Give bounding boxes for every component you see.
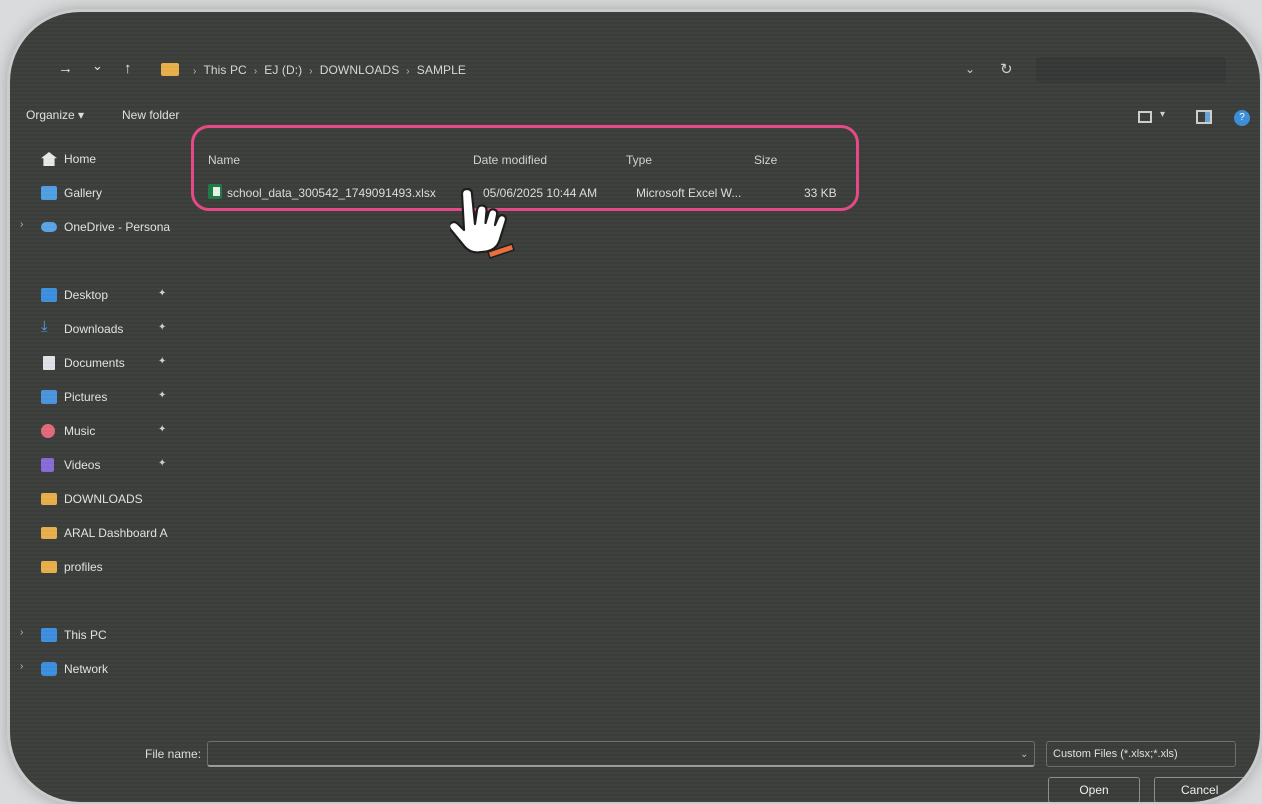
- chevron-right-icon: ›: [309, 66, 313, 77]
- view-dropdown-icon[interactable]: ▾: [1160, 109, 1165, 120]
- sidebar-item-onedrive[interactable]: › OneDrive - Persona: [10, 216, 188, 238]
- folder-icon: [41, 493, 57, 505]
- preview-pane-icon[interactable]: [1196, 110, 1212, 124]
- sidebar-item-gallery[interactable]: Gallery: [10, 182, 188, 204]
- music-icon: [41, 424, 55, 438]
- sidebar-item-label: profiles: [64, 560, 103, 574]
- file-type-select[interactable]: Custom Files (*.xlsx;*.xls): [1046, 741, 1236, 767]
- sidebar-item-label: Pictures: [64, 390, 108, 404]
- chevron-right-icon[interactable]: ›: [20, 627, 23, 638]
- navigation-pane: Home Gallery › OneDrive - Persona Deskto…: [10, 144, 188, 704]
- home-icon: [41, 152, 57, 166]
- open-button[interactable]: Open: [1048, 777, 1140, 802]
- chevron-right-icon: ›: [406, 66, 410, 77]
- sidebar-item-downloads-folder[interactable]: DOWNLOADS: [10, 488, 188, 510]
- sidebar-item-label: Home: [64, 152, 97, 166]
- pin-icon: ✦: [158, 390, 167, 401]
- sidebar-item-aral-dashboard[interactable]: ARAL Dashboard A: [10, 522, 188, 544]
- file-name-dropdown-icon[interactable]: ⌄: [1020, 749, 1028, 760]
- sidebar-item-label: Downloads: [64, 322, 124, 336]
- sidebar-item-profiles[interactable]: profiles: [10, 556, 188, 578]
- network-icon: [41, 662, 57, 676]
- file-name-input[interactable]: [207, 741, 1035, 767]
- refresh-icon[interactable]: ↻: [1000, 60, 1013, 78]
- view-options-icon[interactable]: [1138, 111, 1152, 123]
- pin-icon: ✦: [158, 356, 167, 367]
- new-folder-button[interactable]: New folder: [122, 108, 179, 122]
- sidebar-item-music[interactable]: Music ✦: [10, 420, 188, 442]
- forward-arrow-icon[interactable]: →: [58, 60, 73, 77]
- organize-button[interactable]: Organize ▾: [26, 108, 84, 122]
- sidebar-item-desktop[interactable]: Desktop ✦: [10, 284, 188, 306]
- sidebar-item-label: Music: [64, 424, 96, 438]
- sidebar-item-this-pc[interactable]: › This PC: [10, 624, 188, 646]
- breadcrumb-this-pc[interactable]: This PC: [203, 63, 246, 77]
- sidebar-item-network[interactable]: › Network: [10, 658, 188, 680]
- sidebar-item-label: Videos: [64, 458, 101, 472]
- chevron-right-icon[interactable]: ›: [20, 661, 23, 672]
- pin-icon: ✦: [158, 322, 167, 333]
- cloud-icon: [41, 222, 57, 232]
- sidebar-item-documents[interactable]: Documents ✦: [10, 352, 188, 374]
- sidebar-item-home[interactable]: Home: [10, 148, 188, 170]
- pc-icon: [41, 628, 57, 642]
- download-icon: ⤓: [41, 318, 48, 335]
- pictures-icon: [41, 390, 57, 404]
- address-dropdown-icon[interactable]: ⌄: [965, 62, 975, 76]
- sidebar-item-label: Network: [64, 662, 109, 676]
- pin-icon: ✦: [158, 424, 167, 435]
- sidebar-item-label: Gallery: [64, 186, 103, 200]
- dialog-footer: File name: ⌄ Custom Files (*.xlsx;*.xls)…: [10, 732, 1260, 802]
- chevron-right-icon: ›: [193, 66, 197, 77]
- recent-locations-chevron-icon[interactable]: ⌄: [92, 58, 103, 74]
- sidebar-item-pictures[interactable]: Pictures ✦: [10, 386, 188, 408]
- folder-icon: [41, 561, 57, 573]
- sidebar-item-label: OneDrive - Persona: [64, 220, 171, 234]
- chevron-right-icon[interactable]: ›: [20, 219, 23, 230]
- pin-icon: ✦: [158, 288, 167, 299]
- pointing-hand-icon: [450, 188, 515, 259]
- desktop-icon: [41, 288, 57, 302]
- file-type-value: Custom Files (*.xlsx;*.xls): [1053, 748, 1178, 760]
- breadcrumb-drive[interactable]: EJ (D:): [264, 63, 302, 77]
- document-icon: [43, 356, 55, 370]
- gallery-icon: [41, 186, 57, 200]
- breadcrumb-sample[interactable]: SAMPLE: [417, 63, 466, 77]
- folder-icon: [161, 63, 179, 76]
- chevron-right-icon: ›: [253, 66, 258, 77]
- address-bar: → ⌄ ↑ › This PC › EJ (D:) › DOWNLOADS › SAMPLE …: [10, 54, 1260, 90]
- search-input[interactable]: [1036, 57, 1226, 83]
- up-arrow-icon[interactable]: ↑: [124, 60, 132, 77]
- sidebar-item-label: This PC: [64, 628, 107, 642]
- videos-icon: [41, 458, 54, 472]
- folder-icon: [41, 527, 57, 539]
- file-list: Name Date modified Type Size school_data…: [188, 134, 1260, 704]
- pin-icon: ✦: [158, 458, 167, 469]
- cancel-button[interactable]: Cancel: [1154, 777, 1246, 802]
- sidebar-item-label: Documents: [64, 356, 125, 370]
- breadcrumb[interactable]: › This PC › EJ (D:) › DOWNLOADS › SAMPLE: [186, 63, 466, 77]
- sidebar-item-label: DOWNLOADS: [64, 492, 143, 506]
- file-name-label: File name:: [145, 747, 202, 761]
- breadcrumb-downloads[interactable]: DOWNLOADS: [320, 63, 400, 77]
- sidebar-item-videos[interactable]: Videos ✦: [10, 454, 188, 476]
- sidebar-item-downloads[interactable]: ⤓ Downloads ✦: [10, 318, 188, 340]
- sidebar-item-label: ARAL Dashboard A: [64, 526, 168, 540]
- help-icon[interactable]: ?: [1234, 110, 1250, 126]
- sidebar-item-label: Desktop: [64, 288, 109, 302]
